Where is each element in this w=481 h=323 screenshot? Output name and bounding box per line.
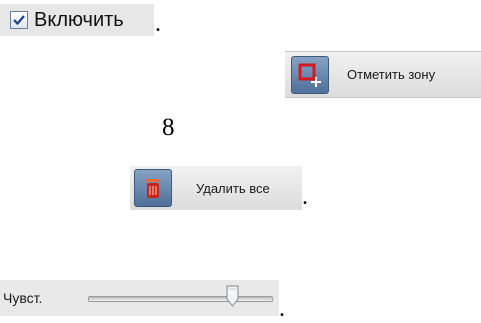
page-number: 8 (162, 114, 175, 141)
sensitivity-panel: Чувст. (0, 280, 279, 316)
enable-checkbox-row[interactable]: Включить (0, 4, 154, 36)
enable-checkbox[interactable] (10, 11, 28, 29)
sensitivity-trailing-period: . (279, 296, 285, 322)
delete-all-label: Удалить все (196, 180, 270, 196)
enable-trailing-period: . (155, 11, 161, 37)
sensitivity-label: Чувст. (3, 290, 43, 306)
checkmark-icon (13, 15, 25, 26)
sensitivity-slider-thumb[interactable] (226, 285, 239, 307)
mark-zone-label: Отметить зону (347, 67, 436, 82)
delete-all-button[interactable]: Удалить все (130, 166, 302, 210)
mark-zone-icon (291, 55, 329, 94)
delete-trailing-period: . (302, 184, 308, 210)
sensitivity-slider-track[interactable] (88, 296, 273, 302)
enable-checkbox-label: Включить (34, 8, 124, 31)
mark-zone-button[interactable]: Отметить зону (285, 51, 481, 98)
trash-icon (134, 169, 172, 207)
